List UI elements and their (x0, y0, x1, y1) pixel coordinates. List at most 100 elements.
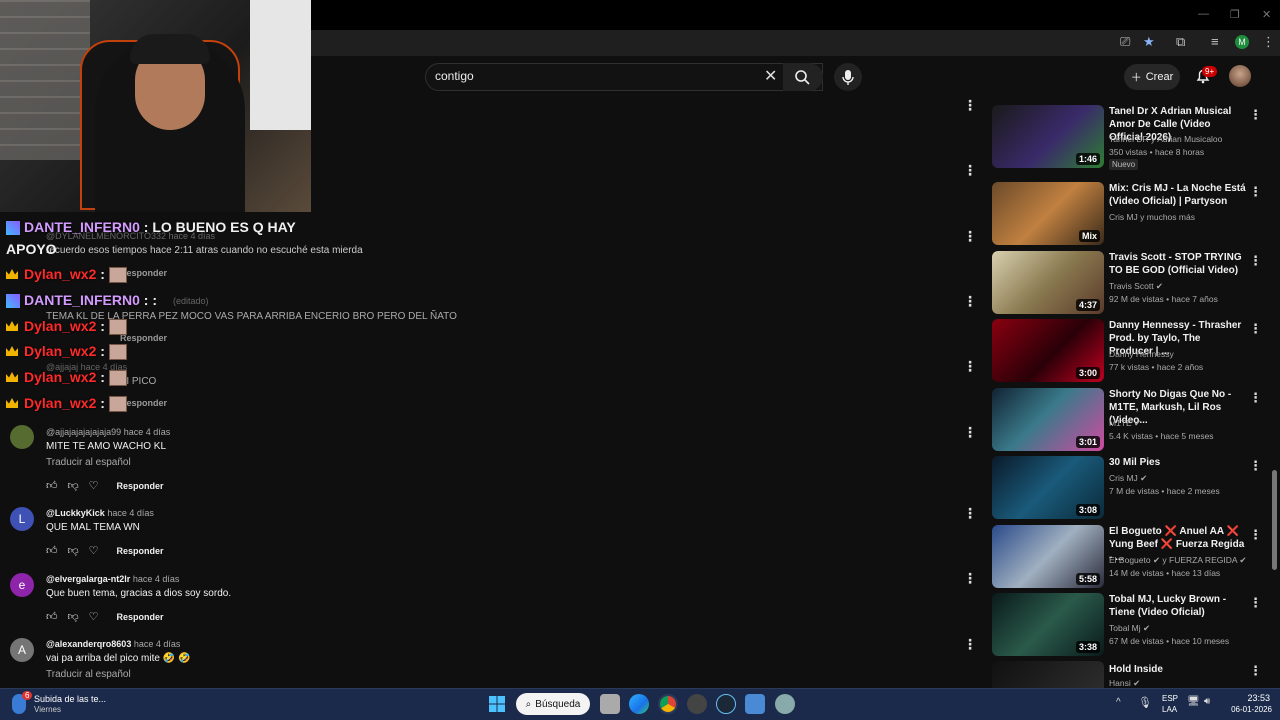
account-avatar[interactable] (1229, 65, 1251, 87)
recommendation-item[interactable]: 5:58 El Bogueto ❌ Anuel AA ❌ Yung Beef ❌… (992, 525, 1262, 589)
recommendation-item[interactable]: 3:00 Danny Hennessy - Thrasher Prod. by … (992, 319, 1262, 383)
chrome-icon[interactable] (658, 694, 678, 714)
video-title[interactable]: Hold Inside (1109, 663, 1247, 676)
channel-name[interactable]: Travis Scott ✔ (1109, 281, 1163, 292)
comment-author-name[interactable]: @LuckkyKick (46, 508, 105, 518)
recommendation-item[interactable]: 3:38 Tobal MJ, Lucky Brown - Tiene (Vide… (992, 593, 1262, 657)
video-thumbnail[interactable]: 3:01 (992, 388, 1104, 451)
heart-icon[interactable]: ♡ (89, 544, 99, 557)
obs-icon[interactable] (687, 694, 707, 714)
more-options-icon[interactable]: ⋮ (963, 97, 977, 114)
maximize-icon[interactable]: ❐ (1230, 8, 1240, 21)
translate-link[interactable]: Traducir al español (46, 669, 131, 680)
comment-avatar[interactable] (10, 425, 34, 449)
dislike-icon[interactable]: 👎︎ (68, 544, 79, 557)
recommendation-item[interactable]: 4:37 Travis Scott - STOP TRYING TO BE GO… (992, 251, 1262, 315)
extensions-icon[interactable]: ⧉ (1176, 34, 1185, 50)
video-title[interactable]: Tobal MJ, Lucky Brown - Tiene (Video Ofi… (1109, 593, 1247, 619)
steam-icon[interactable] (716, 694, 736, 714)
video-thumbnail[interactable]: 1:46 (992, 105, 1104, 168)
comment-avatar[interactable]: L (10, 507, 34, 531)
channel-name[interactable]: Cris MJ ✔ (1109, 473, 1147, 484)
more-options-icon[interactable]: ⋮ (1249, 107, 1262, 123)
video-title[interactable]: 30 Mil Pies (1109, 456, 1247, 469)
recommendation-item[interactable]: Hold Inside Hansi ✔ ⋮ (992, 661, 1262, 688)
like-icon[interactable]: 👍︎ (46, 610, 58, 623)
video-thumbnail[interactable] (992, 661, 1104, 688)
more-options-icon[interactable]: ⋮ (963, 162, 977, 179)
task-view-icon[interactable] (600, 694, 620, 714)
comment-author[interactable]: @elvergalarga-nt2lr hace 4 días (46, 574, 179, 584)
channel-name[interactable]: Hansi ✔ (1109, 678, 1140, 688)
browser-menu-icon[interactable]: ⋮ (1262, 34, 1275, 50)
clock-time[interactable]: 23:53 (1234, 693, 1270, 703)
reply-button[interactable]: Responder (120, 333, 167, 343)
more-options-icon[interactable]: ⋮ (963, 636, 977, 653)
search-input[interactable]: contigo (435, 69, 474, 83)
comment-author[interactable]: @alexanderqro8603 hace 4 días (46, 639, 180, 649)
cast-icon[interactable]: ⎚ (1120, 34, 1130, 50)
more-options-icon[interactable]: ⋮ (963, 358, 977, 375)
recommendation-item[interactable]: Mix Mix: Cris MJ - La Noche Está (Video … (992, 182, 1262, 246)
more-options-icon[interactable]: ⋮ (963, 505, 977, 522)
channel-name[interactable]: Tannel DR y Adrian Musicaloo (1109, 134, 1222, 144)
reply-button[interactable]: Responder (117, 546, 164, 556)
comment-author[interactable]: @LuckkyKick hace 4 días (46, 508, 154, 518)
reply-button[interactable]: Responder (120, 398, 167, 408)
more-options-icon[interactable]: ⋮ (963, 293, 977, 310)
keyboard-layout[interactable]: LAA (1162, 705, 1177, 714)
network-icon[interactable]: 🖥︎ (1187, 696, 1200, 707)
more-options-icon[interactable]: ⋮ (1249, 663, 1262, 679)
weather-title[interactable]: Subida de las te... (34, 694, 106, 704)
more-options-icon[interactable]: ⋮ (1249, 253, 1262, 269)
clock-date[interactable]: 06-01-2026 (1224, 705, 1272, 714)
dislike-icon[interactable]: 👎︎ (68, 479, 79, 492)
comment-author-name[interactable]: @alexanderqro8603 (46, 639, 131, 649)
channel-name[interactable]: Tobal Mj ✔ (1109, 623, 1150, 634)
volume-icon[interactable]: 🔊︎ (1204, 696, 1210, 707)
clear-search-icon[interactable]: ✕ (764, 66, 777, 86)
comment-author-name[interactable]: @ajjajajajajajaja99 (46, 427, 121, 437)
video-thumbnail[interactable]: 3:00 (992, 319, 1104, 382)
channel-name[interactable]: Danny Hennessy (1109, 349, 1174, 359)
translate-link[interactable]: Traducir al español (46, 457, 131, 468)
taskbar-search[interactable]: ⌕ Búsqueda (516, 693, 590, 715)
search-button[interactable] (783, 63, 823, 91)
file-explorer-icon[interactable] (745, 694, 765, 714)
heart-icon[interactable]: ♡ (89, 479, 99, 492)
media-icon[interactable]: ≡ (1211, 34, 1219, 49)
microphone-tray-icon[interactable]: 🎙︎ (1138, 696, 1152, 709)
video-thumbnail[interactable]: 3:08 (992, 456, 1104, 519)
create-button[interactable]: ＋ Crear (1124, 64, 1180, 90)
reply-button[interactable]: Responder (117, 481, 164, 491)
more-options-icon[interactable]: ⋮ (1249, 390, 1262, 406)
recommendation-item[interactable]: 3:01 Shorty No Digas Que No - M1TE, Mark… (992, 388, 1262, 452)
reply-button[interactable]: Responder (117, 612, 164, 622)
edge-icon[interactable] (629, 694, 649, 714)
recommendation-item[interactable]: 1:46 Tanel Dr X Adrian Musical Amor De C… (992, 105, 1262, 170)
more-options-icon[interactable]: ⋮ (1249, 527, 1262, 543)
channel-name[interactable]: El Bogueto ✔ y FUERZA REGIDA ✔ (1109, 555, 1247, 566)
tray-overflow-icon[interactable]: ^ (1116, 697, 1121, 708)
bookmark-star-icon[interactable]: ★ (1143, 34, 1155, 50)
like-icon[interactable]: 👍︎ (46, 479, 58, 492)
windows-start-icon[interactable] (488, 695, 506, 713)
video-thumbnail[interactable]: 5:58 (992, 525, 1104, 588)
comment-avatar[interactable]: A (10, 638, 34, 662)
language-code[interactable]: ESP (1162, 694, 1178, 703)
profile-avatar-icon[interactable]: M (1235, 35, 1249, 49)
comment-author-name[interactable]: @elvergalarga-nt2lr (46, 574, 130, 584)
recommendation-item[interactable]: 3:08 30 Mil Pies Cris MJ ✔ 7 M de vistas… (992, 456, 1262, 520)
more-options-icon[interactable]: ⋮ (1249, 184, 1262, 200)
more-options-icon[interactable]: ⋮ (1249, 595, 1262, 611)
more-options-icon[interactable]: ⋮ (1249, 458, 1262, 474)
more-options-icon[interactable]: ⋮ (1249, 321, 1262, 337)
like-icon[interactable]: 👍︎ (46, 544, 58, 557)
video-title[interactable]: Travis Scott - STOP TRYING TO BE GOD (Of… (1109, 251, 1247, 277)
reply-button[interactable]: Responder (120, 268, 167, 278)
more-options-icon[interactable]: ⋮ (963, 570, 977, 587)
channel-name[interactable]: Cris MJ y muchos más (1109, 212, 1195, 222)
channel-name[interactable]: M1TE ✔ (1109, 418, 1141, 429)
video-thumbnail[interactable]: 4:37 (992, 251, 1104, 314)
more-options-icon[interactable]: ⋮ (963, 228, 977, 245)
